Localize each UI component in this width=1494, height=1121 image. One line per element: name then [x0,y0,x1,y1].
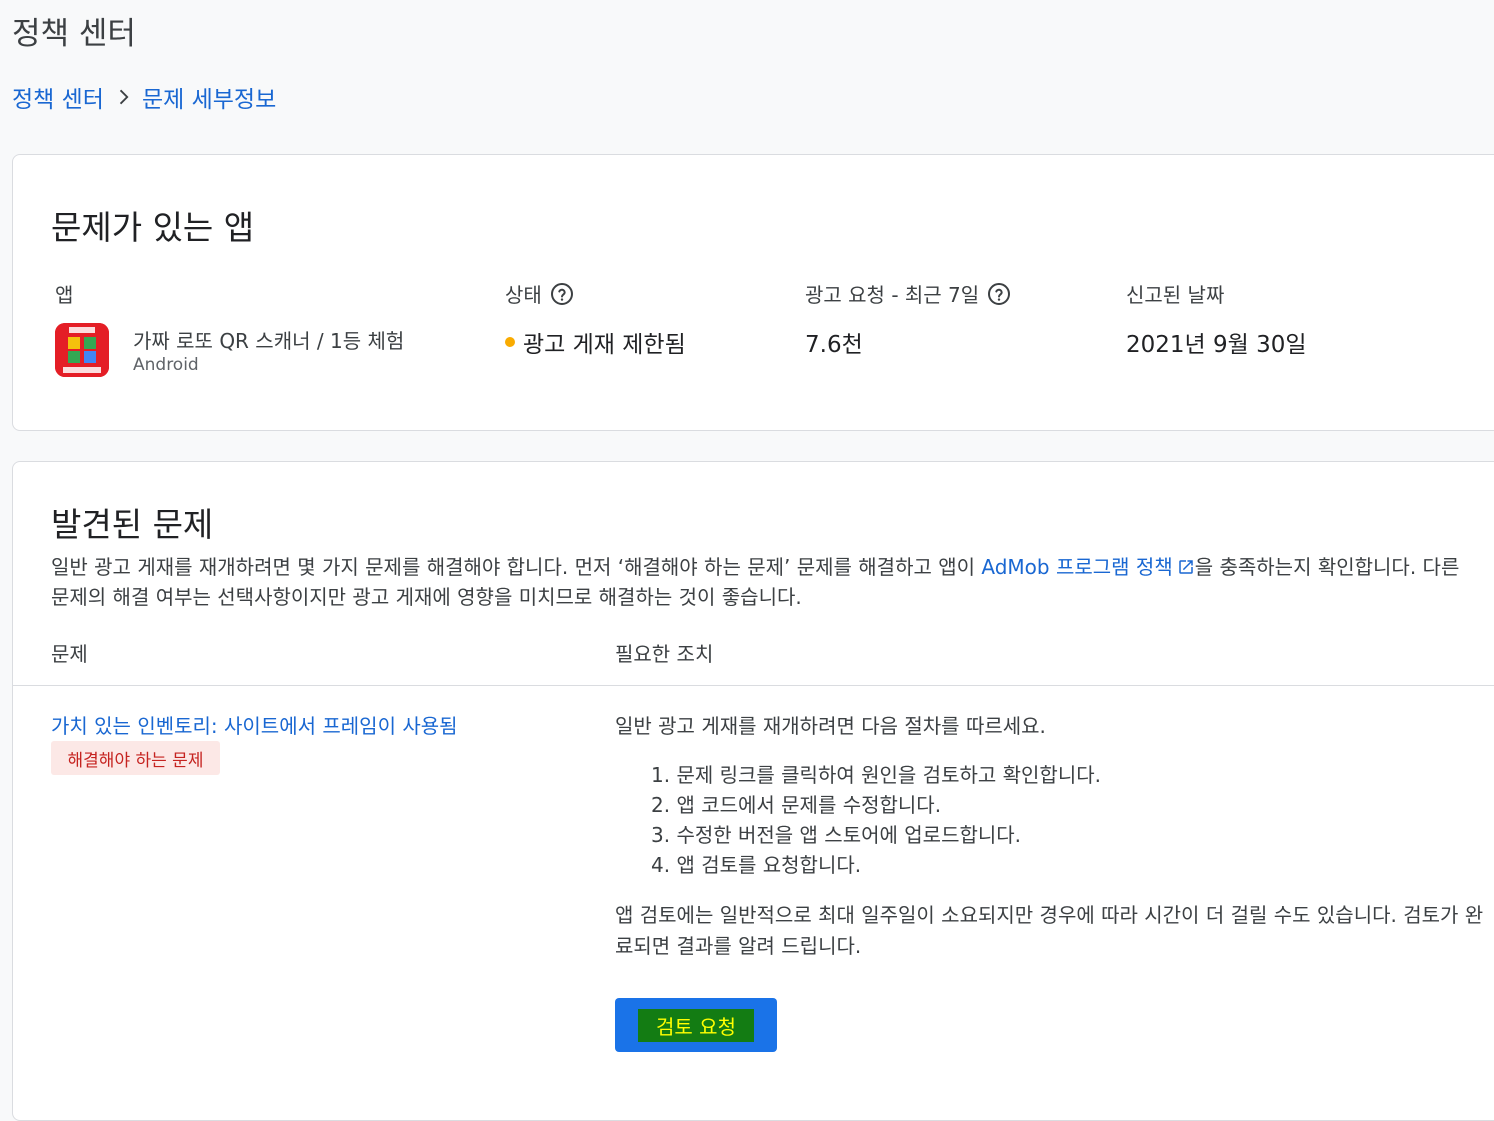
request-review-label: 검토 요청 [638,1008,754,1042]
reported-date-column-label: 신고된 날짜 [1126,283,1225,307]
app-platform: Android [133,355,199,375]
reported-date-value: 2021년 9월 30일 [1126,332,1307,358]
list-item: 4. 앱 검토를 요청합니다. [651,853,862,877]
breadcrumb-policy-center-link[interactable]: 정책 센터 [12,80,104,114]
list-item: 2. 앱 코드에서 문제를 수정합니다. [651,793,942,817]
admob-policy-link[interactable]: AdMob 프로그램 정책 [981,555,1194,579]
must-fix-badge: 해결해야 하는 문제 [51,741,220,775]
chevron-right-icon [119,89,129,105]
ad-requests-column-label: 광고 요청 - 최근 7일 [805,279,1011,308]
review-note: 앱 검토에는 일반적으로 최대 일주일이 소요되지만 경우에 따라 시간이 더 … [615,903,1484,958]
found-issues-card: 발견된 문제 일반 광고 게재를 재개하려면 몇 가지 문제를 해결해야 합니다… [12,461,1494,1121]
issue-column-header: 문제 [51,642,88,666]
status-value: 광고 게재 제한됨 [505,325,686,359]
table-divider [13,685,1494,686]
list-item: 1. 문제 링크를 클릭하여 원인을 검토하고 확인합니다. [651,763,1101,787]
issue-link[interactable]: 가치 있는 인벤토리: 사이트에서 프레임이 사용됨 [51,710,458,739]
external-link-icon [1178,560,1193,574]
app-column-label: 앱 [55,283,74,307]
app-with-issue-card: 문제가 있는 앱 앱 상태 광고 요청 - 최근 7일 신고된 날짜 가짜 로또… [12,154,1494,431]
breadcrumb: 정책 센터 문제 세부정보 [12,80,276,114]
help-icon[interactable] [550,282,574,306]
app-card-title: 문제가 있는 앱 [51,208,255,247]
help-icon[interactable] [987,282,1011,306]
action-column-header: 필요한 조치 [615,642,714,666]
issues-description: 일반 광고 게재를 재개하려면 몇 가지 문제를 해결해야 합니다. 먼저 ‘해… [51,555,1460,609]
app-name: 가짜 로또 QR 스캐너 / 1등 체험 [133,329,405,353]
page-title: 정책 센터 [12,16,136,52]
status-column-label: 상태 [505,279,574,308]
action-intro: 일반 광고 게재를 재개하려면 다음 절차를 따르세요. [615,714,1046,738]
ad-requests-value: 7.6천 [805,332,863,358]
list-item: 3. 수정한 버전을 앱 스토어에 업로드합니다. [651,823,1022,847]
request-review-button[interactable]: 검토 요청 [615,998,777,1052]
issues-card-title: 발견된 문제 [51,505,214,544]
action-steps-list: 1. 문제 링크를 클릭하여 원인을 검토하고 확인합니다. 2. 앱 코드에서… [651,760,1101,880]
status-dot-icon [505,337,515,347]
app-icon [55,323,109,377]
breadcrumb-issue-details-link[interactable]: 문제 세부정보 [142,80,276,114]
